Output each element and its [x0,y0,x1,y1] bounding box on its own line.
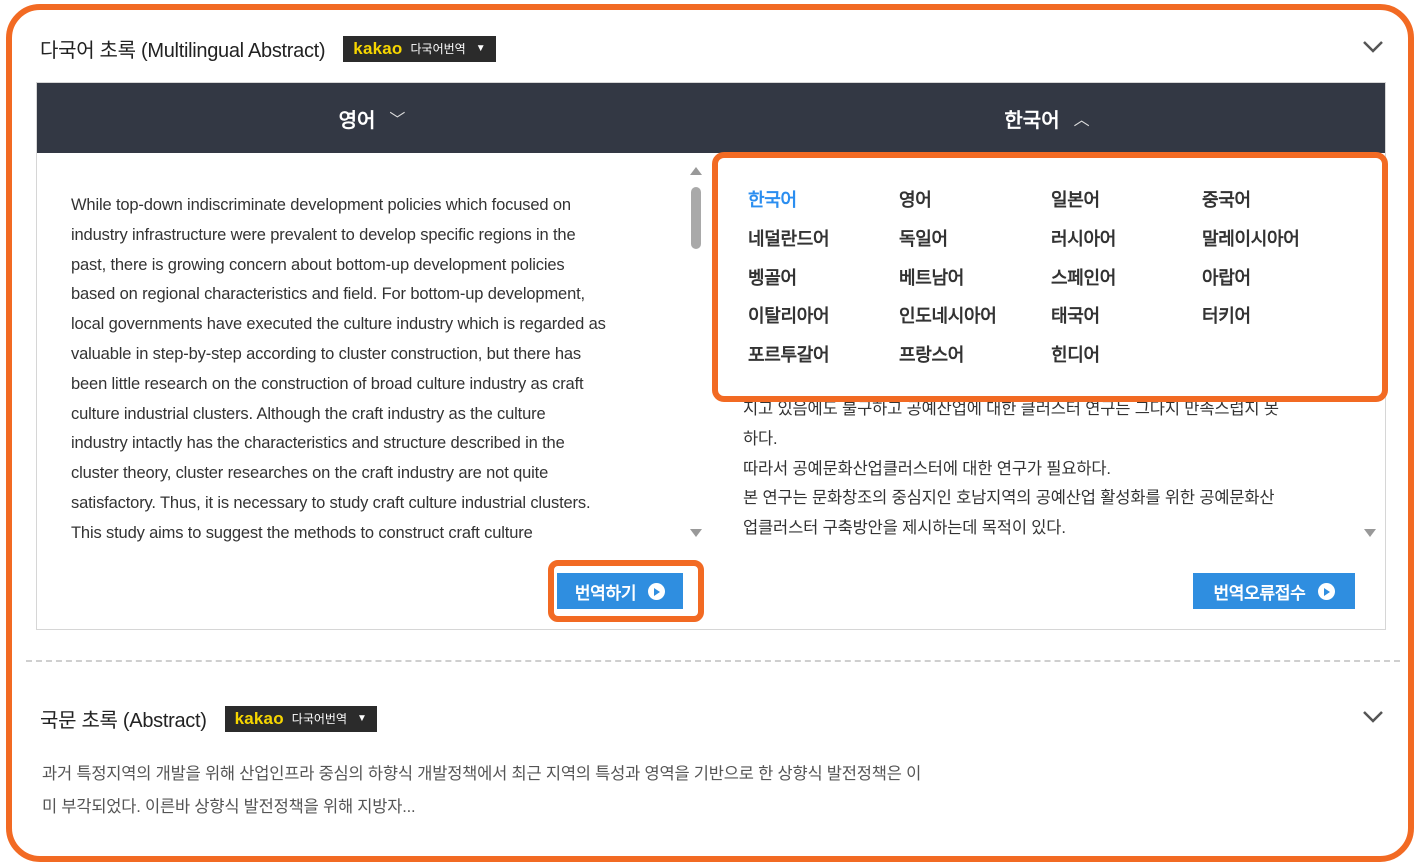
chevron-down-icon[interactable] [1362,710,1384,724]
translated-text-line: 하다. [743,429,778,448]
language-option-korean[interactable]: 한국어 [748,186,797,212]
caret-down-icon: ▼ [357,713,367,724]
language-option-thai[interactable]: 태국어 [1051,302,1100,328]
source-pane-scrollbar[interactable] [689,167,703,537]
kakao-translate-dropdown[interactable]: kakao 다국어번역 ▼ [224,705,377,732]
report-translation-error-button[interactable]: 번역오류접수 [1193,573,1355,609]
chevron-down-icon: ﹀ [389,112,406,129]
arrow-right-circle-icon [1317,582,1335,600]
language-option-italian[interactable]: 이탈리아어 [748,302,830,328]
source-text-line: past, there is growing concern about bot… [71,255,565,274]
language-option-hindi[interactable]: 힌디어 [1051,341,1100,367]
translate-button-highlight [548,560,704,622]
source-text-line: This study aims to suggest the methods t… [71,523,533,542]
multilingual-abstract-title: 다국어 초록 (Multilingual Abstract) [40,40,326,62]
scrollbar-thumb[interactable] [691,187,701,249]
source-text-line: While top-down indiscriminate developmen… [71,196,571,214]
scroll-down-arrow-icon[interactable] [1364,529,1376,537]
korean-abstract-header: 국문 초록 (Abstract) kakao 다국어번역 ▼ [40,704,377,733]
kakao-translate-label: 다국어번역 [291,712,347,726]
abstract-panel-highlight-frame: 다국어 초록 (Multilingual Abstract) kakao 다국어… [6,4,1414,862]
translated-text-line: 업클러스터 구축방안을 제시하는데 목적이 있다. [743,519,1066,538]
language-option-german[interactable]: 독일어 [899,225,948,251]
source-language-tab[interactable]: 영어 ﹀ [37,83,707,153]
multilingual-abstract-header: 다국어 초록 (Multilingual Abstract) kakao 다국어… [40,34,496,63]
source-text-pane: While top-down indiscriminate developmen… [71,191,671,553]
chevron-up-icon: ︿ [1073,112,1090,129]
kakao-translate-label: 다국어번역 [410,42,466,56]
language-option-dutch[interactable]: 네덜란드어 [748,225,830,251]
chevron-down-icon[interactable] [1362,40,1384,54]
source-language-label: 영어 [338,109,376,132]
kakao-translate-dropdown[interactable]: kakao 다국어번역 ▼ [343,35,496,62]
language-option-french[interactable]: 프랑스어 [899,341,964,367]
abstract-preview-line: 미 부각되었다. 이른바 상향식 발전정책을 위해 지방자... [42,798,416,816]
source-text-line: been little research on the construction… [71,374,584,393]
abstract-preview-line: 과거 특정지역의 개발을 위해 산업인프라 중심의 하향식 개발정책에서 최근 … [42,765,922,783]
translated-text-pane: 지고 있음에도 불구하고 공예산업에 대한 클러스터 연구는 그다지 만족스럽지… [743,395,1343,553]
source-text-line: industry intactly has the characteristic… [71,434,565,453]
report-error-button-label: 번역오류접수 [1213,583,1306,603]
language-selector-bar: 영어 ﹀ 한국어 ︿ [37,83,1385,153]
source-text-line: culture industrial clusters. Although th… [71,404,546,423]
target-language-label: 한국어 [1004,109,1060,132]
scroll-down-arrow-icon[interactable] [690,529,702,537]
source-text-line: valuable in step-by-step according to cl… [71,344,582,363]
kakao-logo: kakao [353,38,403,58]
language-option-russian[interactable]: 러시아어 [1051,225,1116,251]
target-language-tab[interactable]: 한국어 ︿ [707,83,1387,153]
language-option-indonesian[interactable]: 인도네시아어 [899,302,997,328]
language-option-portuguese[interactable]: 포르투갈어 [748,341,830,367]
language-option-arabic[interactable]: 아랍어 [1202,264,1251,290]
source-text-line: satisfactory. Thus, it is necessary to s… [71,493,591,512]
language-option-chinese[interactable]: 중국어 [1202,186,1251,212]
language-option-english[interactable]: 영어 [899,186,932,212]
source-text-line: industry infrastructure were prevalent t… [71,225,576,244]
language-option-bengali[interactable]: 벵골어 [748,264,797,290]
language-option-malay[interactable]: 말레이시아어 [1202,225,1300,251]
translated-text-line: 본 연구는 문화창조의 중심지인 호남지역의 공예산업 활성화를 위한 공예문화… [743,489,1275,508]
section-divider [26,660,1400,662]
source-text-line: based on regional characteristics and fi… [71,285,585,304]
language-option-japanese[interactable]: 일본어 [1051,186,1100,212]
korean-abstract-title: 국문 초록 (Abstract) [40,710,207,732]
language-option-spanish[interactable]: 스페인어 [1051,264,1116,290]
source-text-line: local governments have executed the cult… [71,315,606,334]
translated-text-line: 따라서 공예문화산업클러스터에 대한 연구가 필요하다. [743,459,1111,478]
scroll-up-arrow-icon[interactable] [690,167,702,175]
language-option-turkish[interactable]: 터키어 [1202,302,1251,328]
korean-abstract-preview: 과거 특정지역의 개발을 위해 산업인프라 중심의 하향식 개발정책에서 최근 … [42,758,1082,824]
kakao-logo: kakao [234,708,284,728]
source-text-line: cluster theory, cluster researches on th… [71,464,549,483]
caret-down-icon: ▼ [475,43,486,54]
language-option-vietnamese[interactable]: 베트남어 [899,264,964,290]
target-language-dropdown-menu: 한국어 영어 일본어 중국어 네덜란드어 독일어 러시아어 말레이시아어 벵골어… [712,152,1388,402]
